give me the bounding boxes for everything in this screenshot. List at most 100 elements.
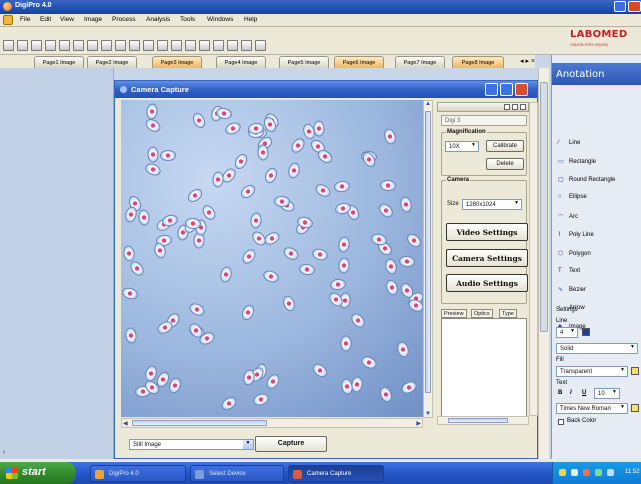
scroll-up-icon[interactable]: ▲: [425, 101, 431, 107]
paste-icon[interactable]: [73, 40, 84, 51]
undo-icon[interactable]: [87, 40, 98, 51]
magnification-select[interactable]: 10X ▼: [445, 141, 479, 152]
scroll-thumb[interactable]: [540, 82, 548, 332]
tab-navigation[interactable]: ◂ ▸ ×: [520, 57, 535, 65]
tab-page6[interactable]: Page6 Image: [334, 56, 384, 68]
line-color-swatch[interactable]: [582, 328, 590, 336]
camera-window-title-bar[interactable]: Camera Capture: [115, 81, 537, 98]
tab-optics[interactable]: Optics: [471, 309, 493, 318]
capture-mode-select[interactable]: Still Image ▼: [129, 439, 254, 450]
preview-vertical-scrollbar[interactable]: ▲ ▼: [423, 100, 433, 418]
copy-icon[interactable]: [59, 40, 70, 51]
tool-ellipse[interactable]: ○ Ellipse: [558, 194, 587, 200]
histogram-icon[interactable]: [241, 40, 252, 51]
tool-bezier[interactable]: ∿ Bezier: [558, 286, 586, 293]
measure-icon[interactable]: [227, 40, 238, 51]
tab-type[interactable]: Type: [499, 309, 517, 318]
tab-page1[interactable]: Page1 Image: [34, 56, 84, 68]
text-color-swatch[interactable]: [631, 404, 639, 412]
crop-icon[interactable]: [129, 40, 140, 51]
chevron-down-icon[interactable]: ▼: [618, 404, 627, 413]
menu-analysis[interactable]: Analysis: [146, 16, 170, 23]
chevron-down-icon[interactable]: ▼: [628, 344, 637, 353]
back-color-checkbox[interactable]: [558, 419, 564, 425]
tool-round-rectangle[interactable]: ▢ Round Rectangle: [558, 176, 615, 183]
task-camera-capture[interactable]: Camera Capture: [288, 465, 384, 482]
workspace-vertical-scrollbar[interactable]: [538, 68, 549, 459]
help-icon[interactable]: [255, 40, 266, 51]
tool-line[interactable]: ⁄ Line: [558, 140, 580, 146]
scroll-left-icon[interactable]: ◀: [123, 420, 128, 427]
tab-page2[interactable]: Page2 Image: [87, 56, 137, 68]
chevron-down-icon[interactable]: ▼: [243, 440, 253, 449]
scroll-thumb[interactable]: [425, 111, 431, 393]
select-icon[interactable]: [143, 40, 154, 51]
scroll-right-icon[interactable]: ▶: [416, 420, 421, 427]
menu-view[interactable]: View: [60, 16, 74, 23]
redo-icon[interactable]: [101, 40, 112, 51]
line-width-select[interactable]: 4 ▼: [556, 327, 578, 338]
menu-help[interactable]: Help: [244, 16, 257, 23]
chevron-down-icon[interactable]: ▼: [618, 367, 627, 376]
task-digipro[interactable]: DigiPro 4.0: [90, 465, 186, 482]
capture-button[interactable]: Capture: [255, 436, 327, 452]
zoom-in-icon[interactable]: [157, 40, 168, 51]
delete-button[interactable]: Delete: [486, 158, 524, 170]
chevron-down-icon[interactable]: ▼: [469, 142, 478, 151]
panel-horizontal-scrollbar[interactable]: [437, 416, 529, 425]
chevron-down-icon[interactable]: ▼: [512, 200, 521, 209]
font-name-select[interactable]: Times New Roman ▼: [556, 403, 628, 414]
camera-icon[interactable]: [199, 40, 210, 51]
fill-color-swatch[interactable]: [631, 367, 639, 375]
start-button[interactable]: start: [0, 462, 76, 484]
preview-horizontal-scrollbar[interactable]: ◀ ▶: [121, 418, 423, 428]
tab-page4[interactable]: Page4 Image: [216, 56, 266, 68]
scroll-down-icon[interactable]: ▼: [425, 411, 431, 417]
camera-minimize-button[interactable]: [485, 83, 498, 96]
tool-rectangle[interactable]: ▭ Rectangle: [558, 158, 596, 165]
live-preview-image[interactable]: [121, 100, 423, 417]
video-settings-button[interactable]: Video Settings: [446, 223, 528, 241]
tray-icon[interactable]: [607, 469, 614, 476]
print-icon[interactable]: [31, 40, 42, 51]
menu-file[interactable]: File: [20, 16, 30, 23]
resolution-select[interactable]: 1280x1024 ▼: [462, 199, 522, 210]
panel-pin-icon[interactable]: [504, 104, 510, 110]
tray-icon[interactable]: [595, 469, 602, 476]
save-icon[interactable]: [17, 40, 28, 51]
camera-maximize-button[interactable]: [500, 83, 513, 96]
chevron-down-icon[interactable]: ▼: [568, 328, 577, 337]
audio-settings-button[interactable]: Audio Settings: [446, 274, 528, 292]
zoom-fit-icon[interactable]: [185, 40, 196, 51]
panel-close-icon[interactable]: [520, 104, 526, 110]
tool-polyline[interactable]: ⌇ Poly Line: [558, 231, 594, 238]
menu-app-icon[interactable]: [3, 15, 13, 25]
chevron-down-icon[interactable]: ▼: [610, 389, 619, 398]
line-style-select[interactable]: Solid ▼: [556, 343, 638, 354]
menu-tools[interactable]: Tools: [180, 16, 195, 23]
calibrate-button[interactable]: Calibrate: [486, 140, 524, 152]
task-select-device[interactable]: Select Device: [190, 465, 284, 482]
minimize-button[interactable]: [614, 1, 626, 12]
tray-icon[interactable]: [559, 469, 566, 476]
tab-page7[interactable]: Page7 Image: [395, 56, 445, 68]
underline-button[interactable]: U: [582, 390, 586, 396]
scroll-left-icon[interactable]: ‹: [3, 449, 5, 456]
tab-preview[interactable]: Preview: [441, 309, 467, 318]
scroll-thumb[interactable]: [448, 418, 508, 423]
scroll-thumb[interactable]: [132, 420, 267, 426]
menu-windows[interactable]: Windows: [207, 16, 233, 23]
pointer-icon[interactable]: [115, 40, 126, 51]
camera-close-button[interactable]: [515, 83, 528, 96]
tray-icon[interactable]: [571, 469, 578, 476]
menu-process[interactable]: Process: [112, 16, 135, 23]
panel-float-icon[interactable]: [512, 104, 518, 110]
italic-button[interactable]: I: [570, 390, 572, 396]
close-button[interactable]: [628, 1, 641, 12]
camera-settings-button[interactable]: Camera Settings: [446, 249, 528, 267]
video-icon[interactable]: [213, 40, 224, 51]
tray-icon[interactable]: [583, 469, 590, 476]
tab-page3[interactable]: Page3 Image: [152, 56, 202, 68]
fill-select[interactable]: Transparent ▼: [556, 366, 628, 377]
menu-image[interactable]: Image: [84, 16, 102, 23]
